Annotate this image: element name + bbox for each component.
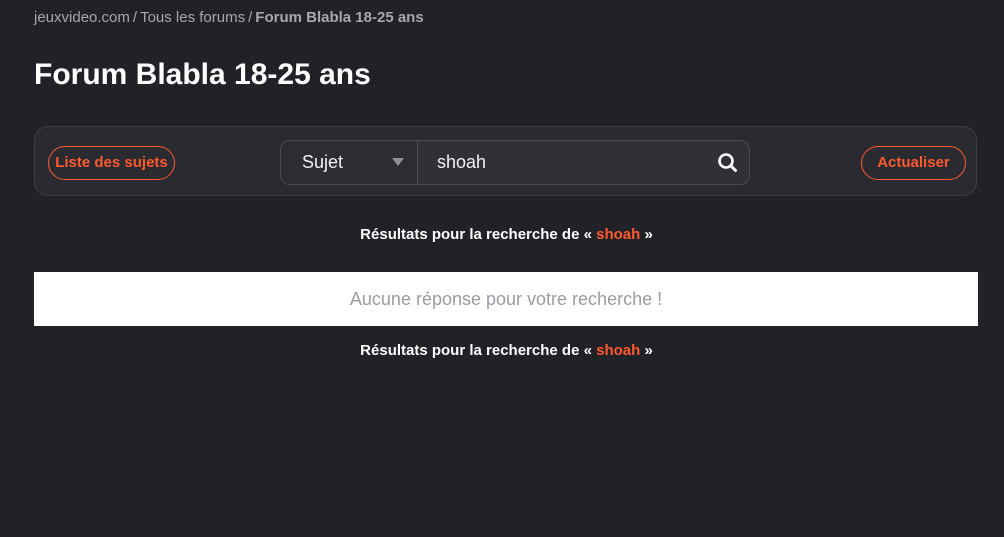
- breadcrumb-separator: /: [248, 9, 253, 26]
- breadcrumb: jeuxvideo.com / Tous les forums / Forum Blab…: [34, 9, 424, 27]
- search-type-select[interactable]: Sujet: [281, 141, 418, 184]
- results-prefix: Résultats pour la recherche de «: [360, 226, 592, 243]
- breadcrumb-home-link[interactable]: jeuxvideo.com: [34, 9, 130, 26]
- page-title: Forum Blabla 18-25 ans: [34, 58, 371, 91]
- breadcrumb-current: Forum Blabla 18-25 ans: [255, 9, 424, 26]
- results-suffix: »: [644, 342, 653, 359]
- search-results-heading: Résultats pour la recherche de « shoah »: [0, 342, 1004, 360]
- refresh-button[interactable]: Actualiser: [861, 146, 966, 180]
- results-prefix: Résultats pour la recherche de «: [360, 342, 592, 359]
- search-results-heading: Résultats pour la recherche de « shoah »: [0, 226, 1004, 244]
- page: jeuxvideo.com / Tous les forums / Forum Blab…: [0, 0, 1004, 537]
- search-input[interactable]: [418, 141, 713, 184]
- breadcrumb-separator: /: [132, 9, 138, 26]
- empty-results-message: Aucune réponse pour votre recherche !: [34, 272, 978, 326]
- results-query: shoah: [596, 342, 641, 359]
- chevron-down-icon: [392, 158, 404, 166]
- search-type-value: Sujet: [302, 152, 344, 172]
- results-suffix: »: [644, 226, 653, 243]
- forum-toolbar: Liste des sujets Sujet Actualiser: [34, 126, 977, 196]
- topic-list-button[interactable]: Liste des sujets: [48, 146, 175, 180]
- search-group: Sujet: [280, 140, 750, 185]
- search-icon[interactable]: [714, 149, 742, 177]
- breadcrumb-forums-link[interactable]: Tous les forums: [140, 9, 245, 26]
- results-query: shoah: [596, 226, 641, 243]
